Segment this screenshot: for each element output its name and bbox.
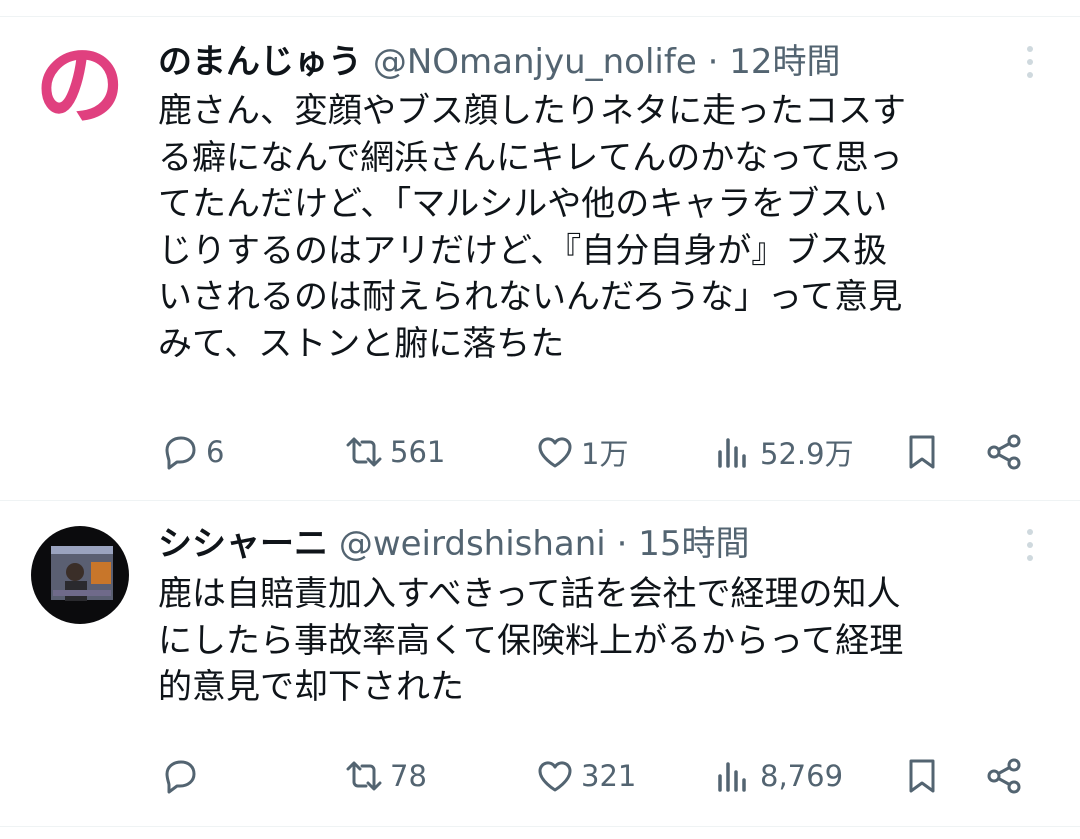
tweet-text-line: いされるのは耐えられないんだろうな」って意見 (158, 277, 903, 317)
action-bar: 6 561 1万 52.9万 (0, 430, 1080, 474)
tweet-text: 鹿さん、変顔やブス顔したりネタに走ったコスす る癖になんで網浜さんにキレてんのか… (158, 88, 1048, 367)
display-name[interactable]: のまんじゅう (158, 42, 362, 82)
timestamp[interactable]: 15時間 (638, 524, 749, 564)
user-handle[interactable]: @weirdshishani (339, 524, 606, 564)
like-button[interactable]: 1万 (535, 430, 628, 474)
like-button[interactable]: 321 (535, 754, 636, 798)
tweet-text-line: てたんだけど、「マルシルや他のキャラをブスい (158, 184, 888, 224)
more-icon[interactable] (1016, 42, 1044, 82)
reply-button[interactable]: 6 (160, 430, 224, 474)
retweet-count: 78 (390, 759, 427, 793)
action-bar: 78 321 8,769 (0, 754, 1080, 798)
reply-icon (160, 756, 200, 796)
bookmark-icon (902, 756, 942, 796)
like-icon (535, 756, 575, 796)
reply-icon (160, 432, 200, 472)
avatar[interactable] (31, 526, 129, 624)
views-icon (714, 756, 754, 796)
tweet-text-line: る癖になんで網浜さんにキレてんのかなって思っ (158, 137, 903, 178)
separator-dot: · (616, 524, 628, 564)
share-icon (984, 756, 1024, 796)
tweet-text: 鹿は自賠責加入すべきって話を会社で経理の知人 にしたら事故率高くて保険料上がるか… (158, 571, 1048, 711)
like-icon (535, 432, 575, 472)
retweet-count: 561 (390, 435, 446, 469)
avatar-logo-text: の (35, 36, 125, 134)
tweet-text-line: 鹿は自賠責加入すべきって話を会社で経理の知人 (158, 574, 901, 614)
view-count: 52.9万 (760, 437, 854, 471)
tweet-text-line: にしたら事故率高くて保険料上がるからって経理 (158, 620, 904, 661)
tweet-text-line: 的意見で却下された (158, 667, 464, 707)
views-button[interactable]: 8,769 (714, 754, 843, 798)
tweet-text-line: みて、ストンと腑に落ちた (158, 323, 565, 364)
bookmark-icon (902, 432, 942, 472)
more-icon[interactable] (1016, 525, 1044, 565)
display-name[interactable]: シシャーニ (158, 524, 328, 564)
avatar[interactable]: の (31, 36, 129, 134)
share-button[interactable] (984, 754, 1024, 798)
views-button[interactable]: 52.9万 (714, 430, 854, 474)
view-count: 8,769 (760, 759, 844, 793)
reply-button[interactable] (160, 754, 206, 798)
retweet-icon (344, 432, 384, 472)
retweet-button[interactable]: 78 (344, 754, 427, 798)
tweet-header: のまんじゅう @NOmanjyu_nolife · 12時間 (158, 37, 840, 87)
reply-count: 6 (206, 435, 225, 469)
like-count: 321 (581, 759, 637, 793)
tweet-text-line: 鹿さん、変顔やブス顔したりネタに走ったコスす (158, 91, 906, 131)
bookmark-button[interactable] (902, 430, 942, 474)
like-count: 1万 (581, 437, 629, 471)
share-icon (984, 432, 1024, 472)
bookmark-button[interactable] (902, 754, 942, 798)
views-icon (714, 432, 754, 472)
tweet-header: シシャーニ @weirdshishani · 15時間 (158, 519, 749, 569)
tweet-1[interactable]: の のまんじゅう @NOmanjyu_nolife · 12時間 鹿さん、変顔や… (0, 0, 1080, 500)
retweet-button[interactable]: 561 (344, 430, 445, 474)
divider (0, 826, 1080, 827)
retweet-icon (344, 756, 384, 796)
separator-dot: · (707, 42, 719, 82)
user-handle[interactable]: @NOmanjyu_nolife (373, 42, 697, 82)
timeline-feed: の のまんじゅう @NOmanjyu_nolife · 12時間 鹿さん、変顔や… (0, 0, 1080, 839)
timestamp[interactable]: 12時間 (729, 42, 840, 82)
tweet-text-line: じりするのはアリだけど、『自分自身が』ブス扱 (158, 230, 888, 271)
share-button[interactable] (984, 430, 1024, 474)
tweet-2[interactable]: シシャーニ @weirdshishani · 15時間 鹿は自賠責加入すべきって… (0, 500, 1080, 839)
